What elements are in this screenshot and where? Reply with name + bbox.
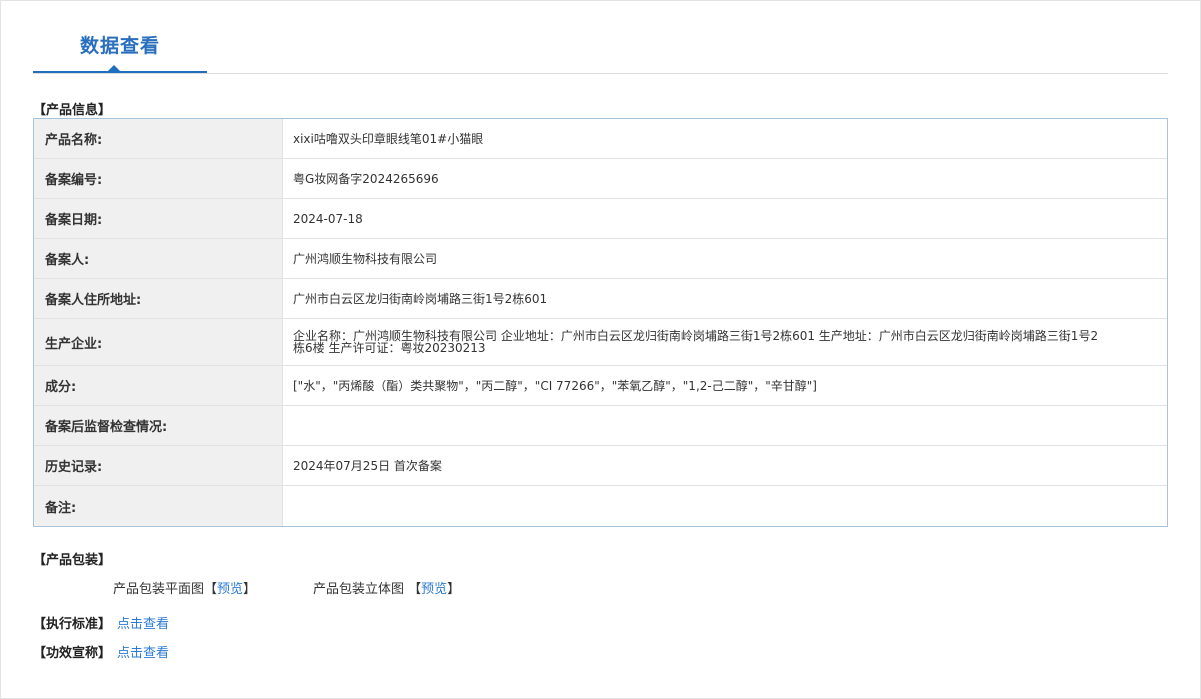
row-label: 历史记录: (34, 446, 283, 485)
row-label: 备案日期: (34, 199, 283, 238)
row-value: 2024-07-18 (293, 211, 363, 226)
table-row: 备案人: 广州鸿顺生物科技有限公司 (34, 239, 1167, 279)
row-value: ["水"，"丙烯酸（酯）类共聚物"，"丙二醇"，"CI 77266"，"苯氧乙醇… (293, 378, 817, 393)
page-frame: 数据查看 【产品信息】 产品名称: xixi咕噜双头印章眼线笔01#小猫眼 备案… (0, 0, 1201, 699)
packaging-flat-preview-link[interactable]: 预览 (217, 582, 243, 597)
row-label: 备案人住所地址: (34, 279, 283, 318)
row-value: 企业名称：广州鸿顺生物科技有限公司 企业地址：广州市白云区龙归街南岭岗埔路三街1… (293, 329, 1099, 355)
efficacy-label: 【功效宣称】 (33, 646, 112, 661)
table-row: 备案日期: 2024-07-18 (34, 199, 1167, 239)
row-value (283, 486, 1167, 526)
tab-data-view[interactable]: 数据查看 (33, 1, 207, 73)
row-label: 备案人: (34, 239, 283, 278)
tab-bar: 数据查看 (33, 1, 1168, 74)
row-value: xixi咕噜双头印章眼线笔01#小猫眼 (293, 131, 484, 146)
product-info-table: 产品名称: xixi咕噜双头印章眼线笔01#小猫眼 备案编号: 粤G妆网备字20… (33, 118, 1168, 527)
standard-label: 【执行标准】 (33, 617, 112, 632)
bracket-close: 】 (243, 582, 257, 597)
table-row: 产品名称: xixi咕噜双头印章眼线笔01#小猫眼 (34, 119, 1167, 159)
bracket-open: 【 (204, 582, 218, 597)
table-row: 备案人住所地址: 广州市白云区龙归街南岭岗埔路三街1号2栋601 (34, 279, 1167, 319)
row-value: 广州市白云区龙归街南岭岗埔路三街1号2栋601 (293, 291, 548, 306)
row-value: 广州鸿顺生物科技有限公司 (293, 251, 438, 266)
standard-row: 【执行标准】 点击查看 (33, 613, 169, 632)
row-value: 粤G妆网备字2024265696 (293, 171, 439, 186)
tab-caret-icon (108, 65, 120, 71)
table-row: 备注: (34, 486, 1167, 526)
bracket-open: 【 (408, 582, 422, 597)
row-label: 生产企业: (34, 319, 283, 365)
packaging-stereo-preview-link[interactable]: 预览 (421, 582, 447, 597)
product-info-title: 【产品信息】 (33, 103, 112, 118)
bracket-close: 】 (447, 582, 461, 597)
row-value (283, 406, 1167, 445)
table-row: 成分: ["水"，"丙烯酸（酯）类共聚物"，"丙二醇"，"CI 77266"，"… (34, 366, 1167, 406)
row-label: 备注: (34, 486, 283, 526)
row-label: 产品名称: (34, 119, 283, 158)
table-row: 备案后监督检查情况: (34, 406, 1167, 446)
packaging-title: 【产品包装】 (33, 553, 112, 568)
row-value: 2024年07月25日 首次备案 (293, 458, 442, 473)
table-row: 备案编号: 粤G妆网备字2024265696 (34, 159, 1167, 199)
row-label: 成分: (34, 366, 283, 405)
packaging-stereo: 产品包装立体图 【预览】 (313, 578, 460, 597)
table-row: 生产企业: 企业名称：广州鸿顺生物科技有限公司 企业地址：广州市白云区龙归街南岭… (34, 319, 1167, 366)
row-label: 备案后监督检查情况: (34, 406, 283, 445)
row-label: 备案编号: (34, 159, 283, 198)
packaging-stereo-label: 产品包装立体图 (313, 582, 409, 597)
efficacy-row: 【功效宣称】 点击查看 (33, 642, 169, 661)
tab-title: 数据查看 (79, 35, 160, 57)
table-row: 历史记录: 2024年07月25日 首次备案 (34, 446, 1167, 486)
standard-view-link[interactable]: 点击查看 (117, 617, 169, 632)
packaging-flat: 产品包装平面图【预览】 (113, 578, 256, 597)
efficacy-view-link[interactable]: 点击查看 (117, 646, 169, 661)
packaging-flat-label: 产品包装平面图 (113, 582, 205, 597)
